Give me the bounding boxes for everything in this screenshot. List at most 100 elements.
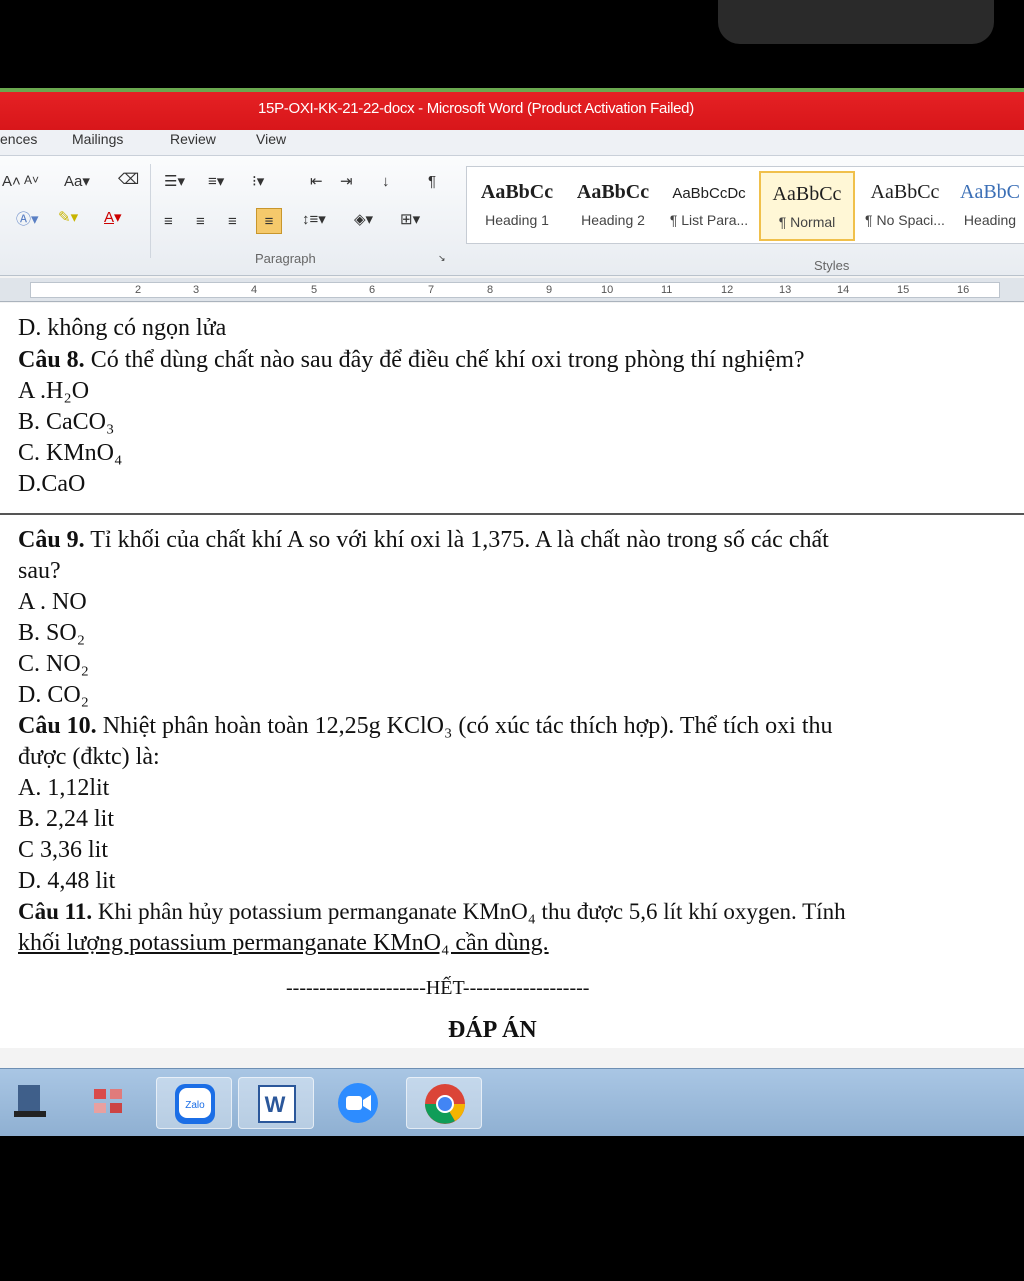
question-text: Tỉ khối của chất khí A so với khí oxi là… bbox=[84, 527, 829, 553]
ribbon-tabs: ences Mailings Review View bbox=[0, 130, 1024, 156]
ruler-number: 9 bbox=[546, 284, 553, 296]
style-name: ¶ Normal bbox=[778, 214, 836, 230]
align-center-icon[interactable]: ≡ bbox=[196, 214, 205, 229]
camera-notch bbox=[718, 0, 994, 44]
option-line: D.CaO bbox=[18, 471, 86, 497]
question-text-cont: sau? bbox=[18, 558, 61, 584]
bullets-icon[interactable]: ☰▾ bbox=[164, 174, 185, 189]
grow-font-icon[interactable]: A˄ bbox=[2, 174, 21, 189]
style-no-spacing[interactable]: AaBbCc ¶ No Spaci... bbox=[857, 171, 953, 241]
ruler-number: 8 bbox=[487, 284, 494, 296]
question-10: Câu 10. Nhiệt phân hoàn toàn 12,25g KClO… bbox=[18, 711, 832, 741]
ruler-track: 2 3 4 5 6 7 8 9 10 11 12 13 14 15 16 bbox=[30, 282, 1000, 298]
taskbar-file-explorer[interactable] bbox=[4, 1077, 80, 1129]
option-line: D. không có ngọn lửa bbox=[18, 315, 227, 341]
calculator-icon bbox=[94, 1089, 122, 1113]
dialog-launcher-icon[interactable]: ↘ bbox=[438, 254, 446, 263]
styles-group-label: Styles bbox=[814, 258, 850, 273]
align-left-icon[interactable]: ≡ bbox=[164, 214, 173, 229]
question-text: Khi phân hủy potassium permanganate KMnO… bbox=[92, 899, 846, 924]
taskbar-chrome[interactable] bbox=[406, 1077, 482, 1129]
styles-gallery: AaBbCc Heading 1 AaBbCc Heading 2 AaBbCc… bbox=[466, 166, 1024, 244]
question-text: Có thể dùng chất nào sau đây để điều chế… bbox=[84, 347, 805, 373]
shading-icon[interactable]: ◈▾ bbox=[354, 212, 373, 227]
question-8: Câu 8. Có thể dùng chất nào sau đây để đ… bbox=[18, 345, 805, 375]
sort-icon[interactable]: ↓ bbox=[382, 174, 390, 189]
tab-mailings[interactable]: Mailings bbox=[72, 131, 123, 147]
ruler-number: 12 bbox=[721, 284, 734, 296]
option-line: C. NO₂ bbox=[18, 651, 90, 677]
style-sample: AaBbCc bbox=[772, 183, 842, 205]
highlight-icon[interactable]: ✎▾ bbox=[58, 210, 78, 225]
ruler-number: 3 bbox=[193, 284, 200, 296]
decrease-indent-icon[interactable]: ⇤ bbox=[310, 174, 323, 189]
multilevel-list-icon[interactable]: ⁝▾ bbox=[252, 174, 264, 189]
question-label: Câu 10. bbox=[18, 713, 97, 739]
question-label: Câu 8. bbox=[18, 347, 85, 373]
numbering-icon[interactable]: ≡▾ bbox=[208, 174, 224, 189]
borders-icon[interactable]: ⊞▾ bbox=[400, 212, 420, 227]
horizontal-ruler[interactable]: 2 3 4 5 6 7 8 9 10 11 12 13 14 15 16 bbox=[0, 278, 1024, 302]
taskbar-zoom[interactable] bbox=[320, 1077, 396, 1129]
style-sample: AaBbCcDc bbox=[672, 185, 746, 202]
ruler-number: 2 bbox=[135, 284, 142, 296]
style-heading-1[interactable]: AaBbCc Heading 1 bbox=[469, 171, 565, 241]
shrink-font-icon[interactable]: A˅ bbox=[24, 174, 39, 186]
question-9: Câu 9. Tỉ khối của chất khí A so với khí… bbox=[18, 525, 829, 555]
zoom-icon bbox=[338, 1083, 378, 1123]
ribbon: A˄ A˅ Aa▾ ⌫ Ⓐ▾ ✎▾ A▾ ☰▾ ≡▾ ⁝▾ ⇤ ⇥ ↓ ¶ ≡ … bbox=[0, 156, 1024, 276]
ruler-number: 6 bbox=[369, 284, 376, 296]
taskbar-zalo[interactable]: Zalo bbox=[156, 1077, 232, 1129]
word-icon: W bbox=[258, 1085, 296, 1123]
line-spacing-icon[interactable]: ↕≡▾ bbox=[302, 212, 326, 227]
clear-format-icon[interactable]: ⌫ bbox=[118, 172, 139, 187]
style-name: Heading bbox=[963, 212, 1017, 228]
end-marker: ---------------------HẾT----------------… bbox=[286, 977, 590, 999]
option-line: B. CaCO₃ bbox=[18, 409, 115, 435]
style-heading-2[interactable]: AaBbCc Heading 2 bbox=[565, 171, 661, 241]
font-color-icon[interactable]: A▾ bbox=[104, 210, 122, 225]
justify-icon[interactable]: ≡ bbox=[256, 208, 282, 234]
option-line: A .H₂O bbox=[18, 378, 90, 404]
style-sample: AaBbC bbox=[960, 181, 1020, 203]
style-sample: AaBbCc bbox=[870, 181, 940, 203]
ruler-number: 4 bbox=[251, 284, 258, 296]
question-label: Câu 11. bbox=[18, 899, 93, 924]
ruler-number: 14 bbox=[837, 284, 850, 296]
pilcrow-icon[interactable]: ¶ bbox=[428, 174, 436, 189]
change-case-icon[interactable]: Aa▾ bbox=[64, 174, 90, 189]
option-line: C. KMnO₄ bbox=[18, 440, 123, 466]
option-line: C 3,36 lit bbox=[18, 837, 109, 863]
question-11: Câu 11. Khi phân hủy potassium permangan… bbox=[18, 897, 846, 927]
style-heading[interactable]: AaBbC Heading bbox=[953, 171, 1024, 241]
ruler-number: 16 bbox=[957, 284, 970, 296]
tab-view[interactable]: View bbox=[256, 131, 286, 147]
question-text-cont: được (đktc) là: bbox=[18, 744, 160, 770]
title-bar: 15P-OXI-KK-21-22-docx - Microsoft Word (… bbox=[0, 88, 1024, 130]
align-right-icon[interactable]: ≡ bbox=[228, 214, 237, 229]
ruler-number: 11 bbox=[661, 284, 673, 296]
option-line: D. 4,48 lit bbox=[18, 868, 116, 894]
document-page[interactable]: D. không có ngọn lửa Câu 8. Có thể dùng … bbox=[0, 303, 1024, 1048]
taskbar-calculator[interactable] bbox=[76, 1077, 152, 1129]
ruler-number: 7 bbox=[428, 284, 435, 296]
taskbar-word[interactable]: W bbox=[238, 1077, 314, 1129]
style-sample: AaBbCc bbox=[576, 181, 650, 203]
ruler-number: 5 bbox=[311, 284, 318, 296]
divider bbox=[150, 164, 151, 258]
text-effects-icon[interactable]: Ⓐ▾ bbox=[16, 212, 39, 227]
style-normal[interactable]: AaBbCc ¶ Normal bbox=[759, 171, 855, 241]
style-name: Heading 2 bbox=[581, 212, 645, 228]
tab-references[interactable]: ences bbox=[0, 131, 37, 147]
style-name: ¶ No Spaci... bbox=[865, 212, 945, 228]
chrome-icon bbox=[425, 1084, 465, 1124]
answer-title: ĐÁP ÁN bbox=[448, 1017, 537, 1043]
style-list-paragraph[interactable]: AaBbCcDc ¶ List Para... bbox=[661, 171, 757, 241]
style-name: ¶ List Para... bbox=[669, 212, 749, 228]
option-line: B. SO₂ bbox=[18, 620, 86, 646]
increase-indent-icon[interactable]: ⇥ bbox=[340, 174, 353, 189]
option-line: B. 2,24 lit bbox=[18, 806, 115, 832]
tab-review[interactable]: Review bbox=[170, 131, 216, 147]
ruler-number: 15 bbox=[897, 284, 910, 296]
question-text-cont: khối lượng potassium permanganate KMnO₄ … bbox=[18, 930, 549, 956]
